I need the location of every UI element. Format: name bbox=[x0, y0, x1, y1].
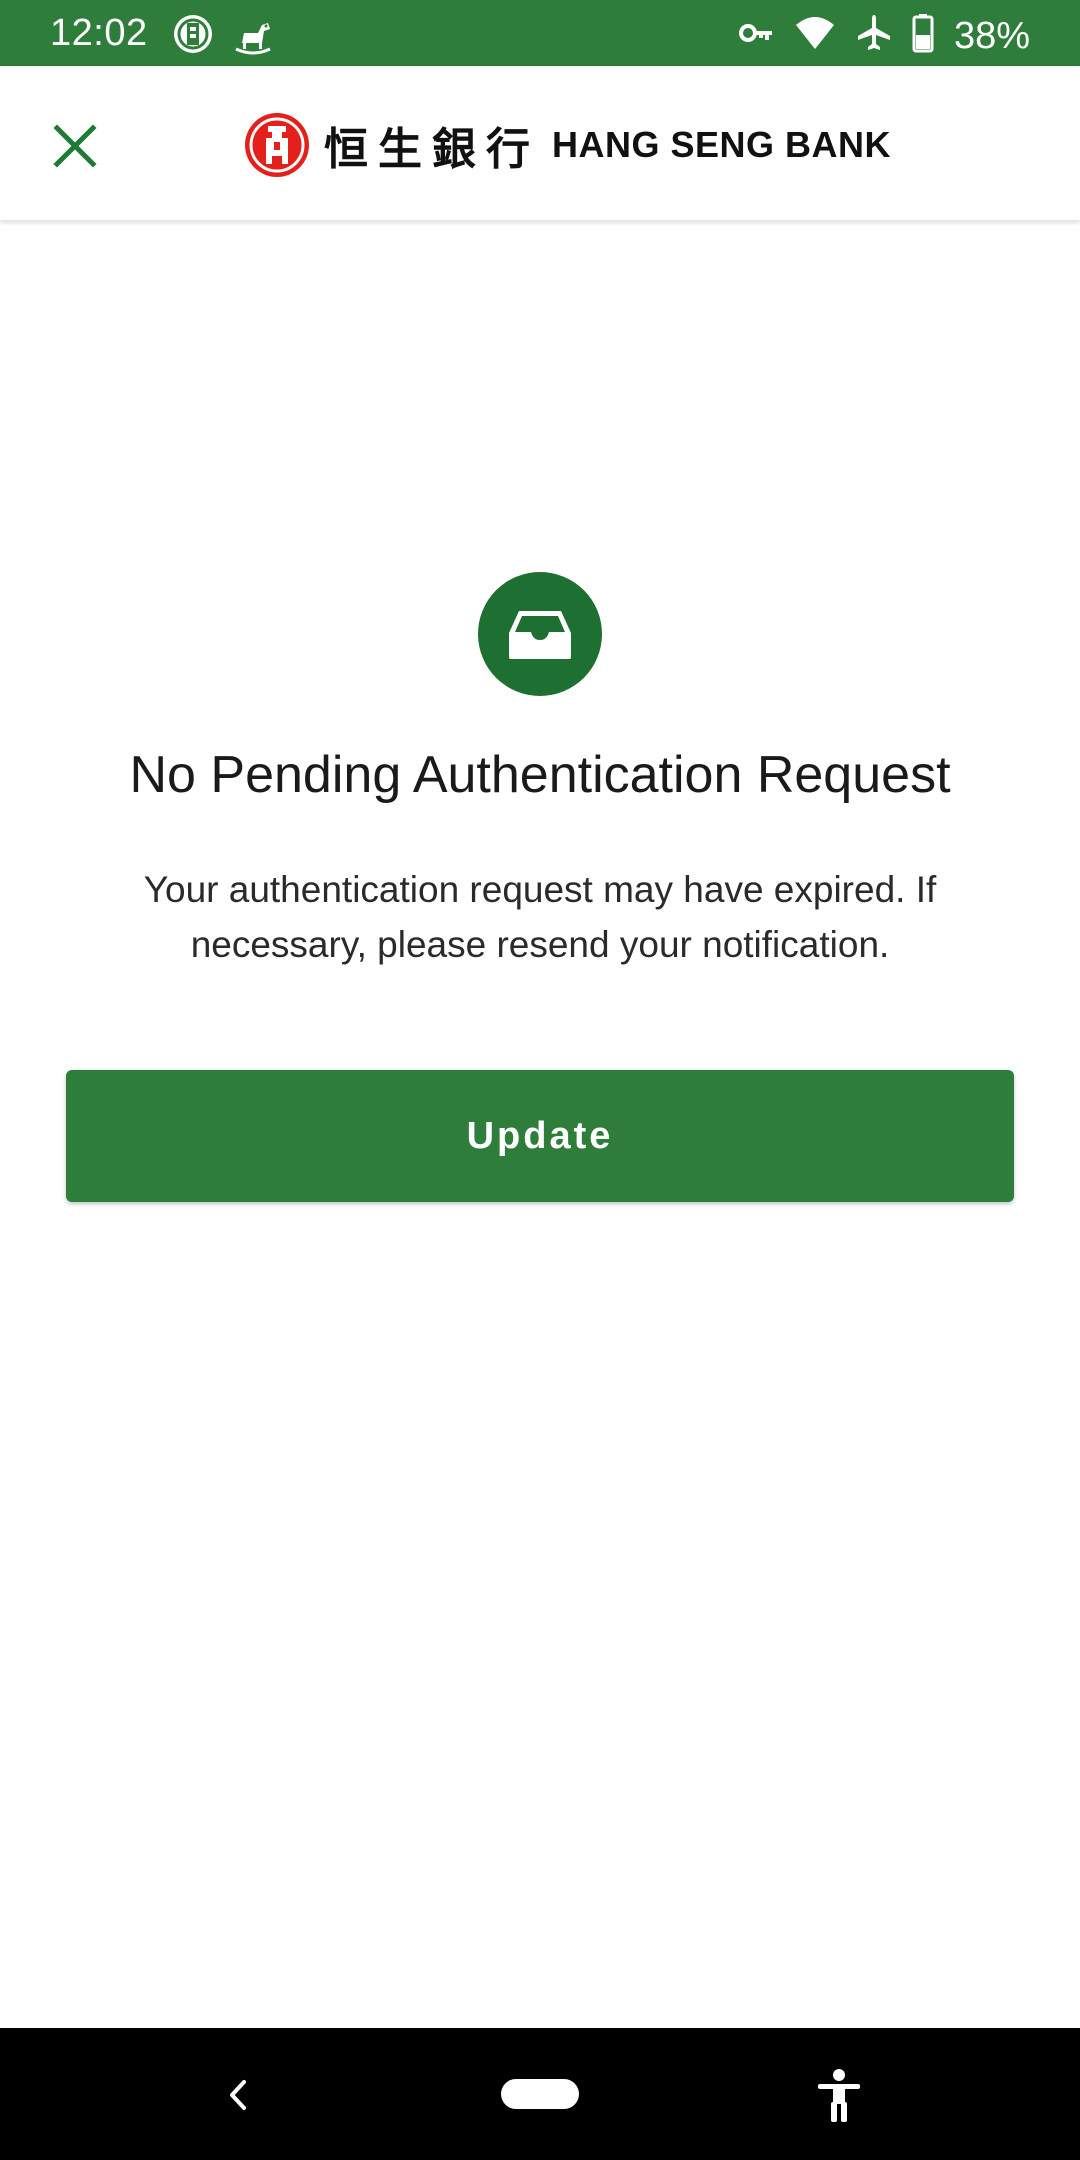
info-message: Your authentication request may have exp… bbox=[143, 869, 937, 965]
home-button[interactable] bbox=[501, 2079, 579, 2109]
inbox-icon-badge bbox=[478, 572, 602, 696]
battery-percentage: 38% bbox=[953, 14, 1030, 57]
page-title: No Pending Authentication Request bbox=[129, 746, 951, 804]
status-bar: 12:02 38% bbox=[0, 0, 1080, 66]
brand-chinese-name: 恒生銀行 bbox=[324, 124, 540, 175]
airplane-mode-icon bbox=[856, 13, 892, 58]
wifi-icon bbox=[794, 13, 836, 58]
accessibility-button[interactable] bbox=[814, 2068, 864, 2124]
brand-english-name: HANG SENG BANK bbox=[552, 124, 892, 165]
update-button[interactable]: Update bbox=[66, 1070, 1014, 1202]
status-time: 12:02 bbox=[50, 12, 148, 54]
bank-notification-icon bbox=[172, 13, 214, 60]
status-right: 38% bbox=[738, 13, 1030, 58]
status-left-icons bbox=[172, 13, 276, 60]
accessibility-icon bbox=[818, 2069, 860, 2122]
hang-seng-emblem-icon bbox=[245, 113, 309, 177]
system-navigation-bar bbox=[0, 2028, 1080, 2160]
rocking-horse-icon bbox=[230, 13, 276, 60]
back-icon bbox=[230, 2080, 246, 2110]
close-button[interactable] bbox=[40, 111, 110, 181]
battery-icon bbox=[912, 13, 934, 58]
inbox-icon bbox=[509, 611, 571, 659]
vpn-key-icon bbox=[738, 13, 774, 58]
close-icon bbox=[53, 124, 97, 168]
hang-seng-logo: 恒生銀行 HANG SENG BANK bbox=[244, 111, 891, 179]
app-bar: 恒生銀行 HANG SENG BANK bbox=[0, 66, 1080, 221]
screen: 12:02 38% 恒生銀行 HANG SENG BANK No Pending… bbox=[0, 0, 1080, 2160]
back-button[interactable] bbox=[218, 2070, 258, 2120]
